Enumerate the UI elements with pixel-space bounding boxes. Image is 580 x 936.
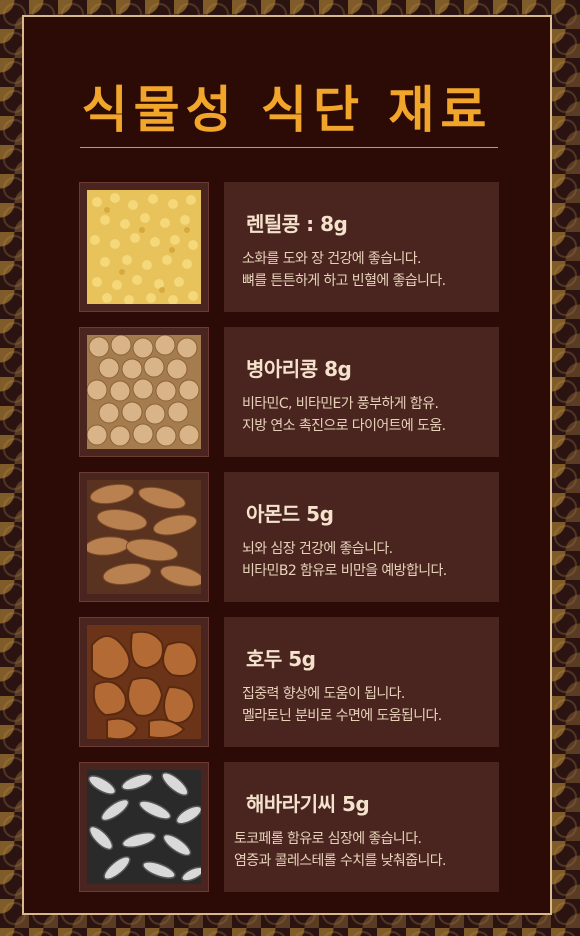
- ingredient-description: 뇌와 심장 건강에 좋습니다. 비타민B2 함유로 비만을 예방합니다.: [242, 538, 447, 582]
- walnuts-photo: [79, 617, 209, 747]
- ingredient-name: 아몬드 5g: [246, 502, 334, 526]
- lentils-card: 렌틸콩 : 8g 소화를 도와 장 건강에 좋습니다. 뼈를 튼튼하게 하고 빈…: [224, 182, 499, 312]
- patterned-background: 식물성 식단 재료 렌틸콩: 8g 소화를 도와 장 건강에 좋습니다. 뼈를…: [0, 0, 580, 936]
- description-line: 소화를 도와 장 건강에 좋습니다.: [242, 251, 421, 267]
- description-line: 비타민C, 비타민E가 풍부하게 함유.: [242, 396, 439, 412]
- ingredient-name: 해바라기씨 5g: [246, 792, 370, 816]
- walnuts-image-icon: [87, 625, 201, 739]
- ingredient-item-chickpeas: 병아리콩 8g 비타민C, 비타민E가 풍부하게 함유. 지방 연소 촉진으로 …: [79, 327, 499, 457]
- description-line: 멜라토닌 분비로 수면에 도움됩니다.: [242, 708, 442, 724]
- content-frame: 식물성 식단 재료 렌틸콩: 8g 소화를 도와 장 건강에 좋습니다. 뼈를…: [22, 15, 552, 915]
- almonds-image-icon: [87, 480, 201, 594]
- sunflower-seeds-photo: [79, 762, 209, 892]
- ingredient-description: 소화를 도와 장 건강에 좋습니다. 뼈를 튼튼하게 하고 빈혈에 좋습니다.: [242, 248, 446, 292]
- description-line: 뼈를 튼튼하게 하고 빈혈에 좋습니다.: [242, 273, 446, 289]
- description-line: 토코페롤 함유로 심장에 좋습니다.: [234, 831, 422, 847]
- lentils-photo: [79, 182, 209, 312]
- chickpeas-card: 병아리콩 8g 비타민C, 비타민E가 풍부하게 함유. 지방 연소 촉진으로 …: [224, 327, 499, 457]
- ingredient-item-almonds: 아몬드 5g 뇌와 심장 건강에 좋습니다. 비타민B2 함유로 비만을 예방합…: [79, 472, 499, 602]
- ingredient-name: 호두 5g: [246, 647, 316, 671]
- ingredient-item-lentils: 렌틸콩 : 8g 소화를 도와 장 건강에 좋습니다. 뼈를 튼튼하게 하고 빈…: [79, 182, 499, 312]
- page-title: 식물성 식단 재료: [81, 81, 493, 139]
- almonds-photo: [79, 472, 209, 602]
- description-line: 뇌와 심장 건강에 좋습니다.: [242, 541, 393, 557]
- description-line: 지방 연소 촉진으로 다이어트에 도움.: [242, 418, 446, 434]
- ingredient-description: 비타민C, 비타민E가 풍부하게 함유. 지방 연소 촉진으로 다이어트에 도움…: [242, 393, 446, 437]
- lentils-image-icon: [87, 190, 201, 304]
- description-line: 집중력 향상에 도움이 됩니다.: [242, 686, 405, 702]
- ingredient-item-walnuts: 호두 5g 집중력 향상에 도움이 됩니다. 멜라토닌 분비로 수면에 도움됩니…: [79, 617, 499, 747]
- title-divider: [80, 147, 498, 148]
- ingredient-description: 집중력 향상에 도움이 됩니다. 멜라토닌 분비로 수면에 도움됩니다.: [242, 683, 442, 727]
- description-line: 비타민B2 함유로 비만을 예방합니다.: [242, 563, 447, 579]
- chickpeas-image-icon: [87, 335, 201, 449]
- description-line: 염증과 콜레스테롤 수치를 낮춰줍니다.: [234, 853, 446, 869]
- ingredient-name: 병아리콩 8g: [246, 357, 352, 381]
- ingredient-item-sunflower-seeds: 해바라기씨 5g 토코페롤 함유로 심장에 좋습니다. 염증과 콜레스테롤 수치…: [79, 762, 499, 892]
- almonds-card: 아몬드 5g 뇌와 심장 건강에 좋습니다. 비타민B2 함유로 비만을 예방합…: [224, 472, 499, 602]
- sunflower-seeds-card: 해바라기씨 5g 토코페롤 함유로 심장에 좋습니다. 염증과 콜레스테롤 수치…: [224, 762, 499, 892]
- sunflower-seeds-image-icon: [87, 770, 201, 884]
- ingredient-name: 렌틸콩 : 8g: [246, 212, 348, 236]
- walnuts-card: 호두 5g 집중력 향상에 도움이 됩니다. 멜라토닌 분비로 수면에 도움됩니…: [224, 617, 499, 747]
- chickpeas-photo: [79, 327, 209, 457]
- ingredient-description: 토코페롤 함유로 심장에 좋습니다. 염증과 콜레스테롤 수치를 낮춰줍니다.: [234, 828, 446, 872]
